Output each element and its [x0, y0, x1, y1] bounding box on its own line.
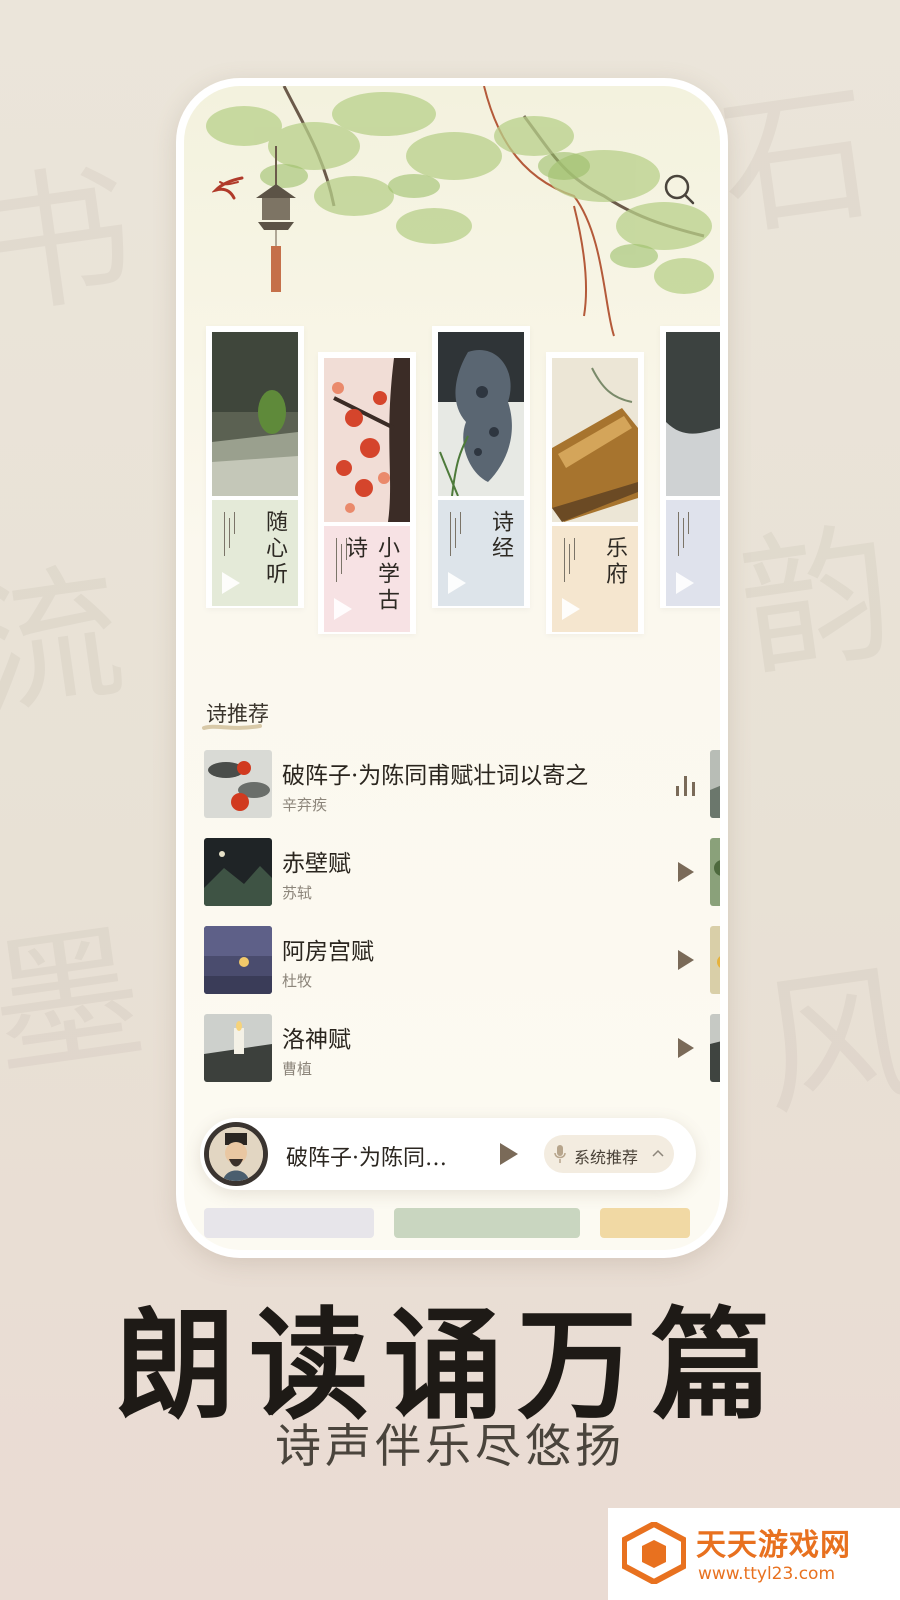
- wind-chime-lantern: [256, 146, 296, 292]
- search-icon[interactable]: [662, 172, 696, 206]
- list-item[interactable]: 破阵子·为陈同甫赋壮词以寄之 辛弃疾: [204, 750, 720, 838]
- poem-title: 阿房宫赋: [282, 939, 374, 965]
- category-title: 乐府: [602, 536, 627, 588]
- poem-thumbnail: [204, 1014, 272, 1082]
- poem-thumbnail: [204, 750, 272, 818]
- category-image: [438, 332, 524, 497]
- category-lines: [676, 512, 690, 556]
- mini-player[interactable]: 破阵子·为陈同… 系统推荐: [200, 1118, 696, 1190]
- category-card[interactable]: 小学古诗: [318, 352, 416, 634]
- category-image: [552, 358, 638, 522]
- play-icon[interactable]: [222, 572, 240, 594]
- site-name: 天天游戏网: [696, 1528, 851, 1563]
- poem-author: 杜牧: [282, 972, 313, 990]
- poet-portrait: [209, 1127, 263, 1181]
- category-body: 随心听: [212, 500, 298, 606]
- play-icon[interactable]: [672, 946, 700, 974]
- site-watermark: 天天游戏网 www.ttyl23.com: [608, 1508, 900, 1600]
- next-thumbnail-peek: [710, 1014, 720, 1082]
- poem-author: 苏轼: [282, 884, 313, 902]
- category-lines: [562, 538, 576, 582]
- next-thumbnail-peek: [710, 750, 720, 818]
- voice-label: 系统推荐: [574, 1148, 639, 1167]
- microphone-icon: [554, 1145, 566, 1163]
- category-title: 诗经: [488, 510, 513, 562]
- brush-stroke-decoration: [202, 724, 262, 730]
- category-body: 小学古诗: [324, 526, 410, 632]
- category-card[interactable]: 乐府: [546, 352, 644, 634]
- recommendation-list: 破阵子·为陈同甫赋壮词以寄之 辛弃疾 赤壁赋 苏轼 阿房宫赋 杜牧 洛神赋 曹植: [204, 750, 720, 1102]
- poster-subline: 诗声伴乐尽悠扬: [275, 1419, 625, 1473]
- list-item[interactable]: 洛神赋 曹植: [204, 1014, 720, 1102]
- bottom-preview-strip: [184, 1208, 720, 1250]
- play-icon[interactable]: [676, 572, 694, 594]
- play-icon[interactable]: [562, 598, 580, 620]
- voice-selector[interactable]: 系统推荐: [544, 1135, 674, 1173]
- now-playing-title: 破阵子·为陈同…: [286, 1146, 447, 1171]
- poem-thumbnail: [204, 838, 272, 906]
- category-body: [666, 500, 720, 606]
- site-url: www.ttyl23.com: [698, 1564, 836, 1584]
- poem-title: 赤壁赋: [282, 851, 351, 877]
- play-icon[interactable]: [448, 572, 466, 594]
- poem-title: 洛神赋: [282, 1027, 351, 1053]
- next-thumbnail-peek: [710, 926, 720, 994]
- category-title: 随心听: [262, 510, 287, 588]
- category-card[interactable]: [660, 326, 720, 608]
- play-icon[interactable]: [672, 858, 700, 886]
- site-logo-icon: [622, 1522, 686, 1584]
- poem-thumbnail: [204, 926, 272, 994]
- chevron-up-icon: [652, 1149, 664, 1157]
- category-image: [666, 332, 720, 496]
- category-lines: [448, 512, 462, 556]
- phone-frame: 随心听 小学古诗 诗经 乐府 诗推荐 破阵子·为陈同甫赋壮词以寄之 辛弃疾 赤壁…: [176, 78, 728, 1258]
- category-image: [324, 358, 410, 522]
- poem-title: 破阵子·为陈同甫赋壮词以寄之: [282, 763, 589, 789]
- category-card[interactable]: 随心听: [206, 326, 304, 608]
- category-card[interactable]: 诗经: [432, 326, 530, 608]
- category-body: 乐府: [552, 526, 638, 632]
- play-icon[interactable]: [672, 1034, 700, 1062]
- category-lines: [222, 512, 236, 556]
- avatar[interactable]: [204, 1122, 268, 1186]
- next-thumbnail-peek: [710, 838, 720, 906]
- category-image: [212, 332, 298, 496]
- play-button[interactable]: [500, 1143, 518, 1165]
- app-screen: 随心听 小学古诗 诗经 乐府 诗推荐 破阵子·为陈同甫赋壮词以寄之 辛弃疾 赤壁…: [184, 86, 720, 1250]
- back-icon[interactable]: [212, 172, 246, 202]
- list-item[interactable]: 赤壁赋 苏轼: [204, 838, 720, 926]
- now-playing-bars-icon[interactable]: [672, 770, 700, 798]
- play-icon[interactable]: [334, 598, 352, 620]
- poem-author: 辛弃疾: [282, 796, 328, 814]
- category-carousel[interactable]: 随心听 小学古诗 诗经 乐府: [184, 326, 720, 646]
- category-body: 诗经: [438, 500, 524, 606]
- poem-author: 曹植: [282, 1060, 313, 1078]
- list-item[interactable]: 阿房宫赋 杜牧: [204, 926, 720, 1014]
